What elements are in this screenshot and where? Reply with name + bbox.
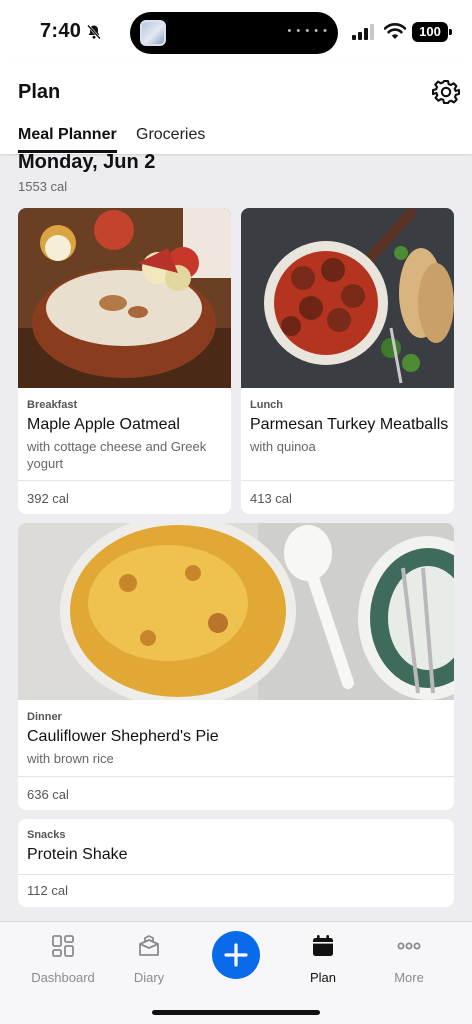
status-bar: 7:40 • • • • • 100 xyxy=(0,0,472,64)
nav-more[interactable]: More xyxy=(364,934,454,985)
meal-type-label: Breakfast xyxy=(27,399,78,411)
plus-icon xyxy=(224,943,248,967)
nav-diary[interactable]: Diary xyxy=(104,934,194,985)
meal-calories: 636 cal xyxy=(27,787,69,802)
meal-name: Protein Shake xyxy=(27,846,128,863)
meal-side-dish: with quinoa xyxy=(250,439,316,454)
dashboard-icon xyxy=(52,935,74,957)
home-indicator[interactable] xyxy=(152,1010,320,1015)
battery-icon: 100 xyxy=(412,22,452,42)
day-calories: 1553 cal xyxy=(18,179,68,194)
meal-side-dish: with brown rice xyxy=(27,751,114,766)
nav-dashboard[interactable]: Dashboard xyxy=(18,934,108,985)
lunch-image xyxy=(241,208,454,388)
diary-icon xyxy=(139,935,159,956)
meal-name: Parmesan Turkey Meatballs xyxy=(250,416,449,433)
island-app-icon xyxy=(140,20,166,46)
breakfast-image xyxy=(18,208,231,388)
bottom-nav: Dashboard Diary Plan More xyxy=(0,921,472,1024)
dynamic-island: • • • • • xyxy=(130,12,338,54)
status-time: 7:40 xyxy=(40,20,82,42)
meal-side-dish: with cottage cheese and Greek yogurt xyxy=(27,439,207,471)
meal-calories: 392 cal xyxy=(27,491,69,506)
dinner-image xyxy=(18,523,454,700)
wifi-icon xyxy=(384,23,406,39)
meal-name: Cauliflower Shepherd's Pie xyxy=(27,728,219,745)
add-button[interactable] xyxy=(212,931,260,979)
meal-calories: 413 cal xyxy=(250,491,292,506)
page-title: Plan xyxy=(18,81,61,103)
nav-plan[interactable]: Plan xyxy=(278,934,368,985)
meal-type-label: Lunch xyxy=(250,399,283,411)
meal-card-dinner[interactable]: Dinner Cauliflower Shepherd's Pie with b… xyxy=(18,523,454,810)
meal-type-label: Dinner xyxy=(27,711,62,723)
card-divider xyxy=(18,776,454,777)
meal-card-snacks[interactable]: Snacks Protein Shake 112 cal xyxy=(18,819,454,907)
day-title: Monday, Jun 2 xyxy=(18,151,156,173)
nav-label: Plan xyxy=(309,970,337,985)
meal-type-label: Snacks xyxy=(27,829,66,841)
meal-card-breakfast[interactable]: Breakfast Maple Apple Oatmeal with cotta… xyxy=(18,208,231,514)
card-divider xyxy=(18,874,454,875)
nav-label: More xyxy=(394,970,424,985)
meal-name: Maple Apple Oatmeal xyxy=(27,416,180,433)
gear-icon[interactable] xyxy=(432,78,460,106)
meal-calories: 112 cal xyxy=(27,883,68,898)
card-divider xyxy=(18,480,231,481)
island-activity-icon: • • • • • xyxy=(287,25,328,37)
tab-groceries[interactable]: Groceries xyxy=(136,126,205,144)
more-icon xyxy=(397,942,421,950)
meal-card-lunch[interactable]: Lunch Parmesan Turkey Meatballs with qui… xyxy=(241,208,454,514)
tab-meal-planner[interactable]: Meal Planner xyxy=(18,126,117,153)
signal-icon xyxy=(352,24,374,40)
nav-label: Dashboard xyxy=(31,970,95,985)
nav-label: Diary xyxy=(133,970,165,985)
silent-bell-icon xyxy=(87,24,101,40)
card-divider xyxy=(241,480,454,481)
app-header: Plan Meal Planner Groceries xyxy=(0,64,472,154)
calendar-icon xyxy=(313,935,333,956)
